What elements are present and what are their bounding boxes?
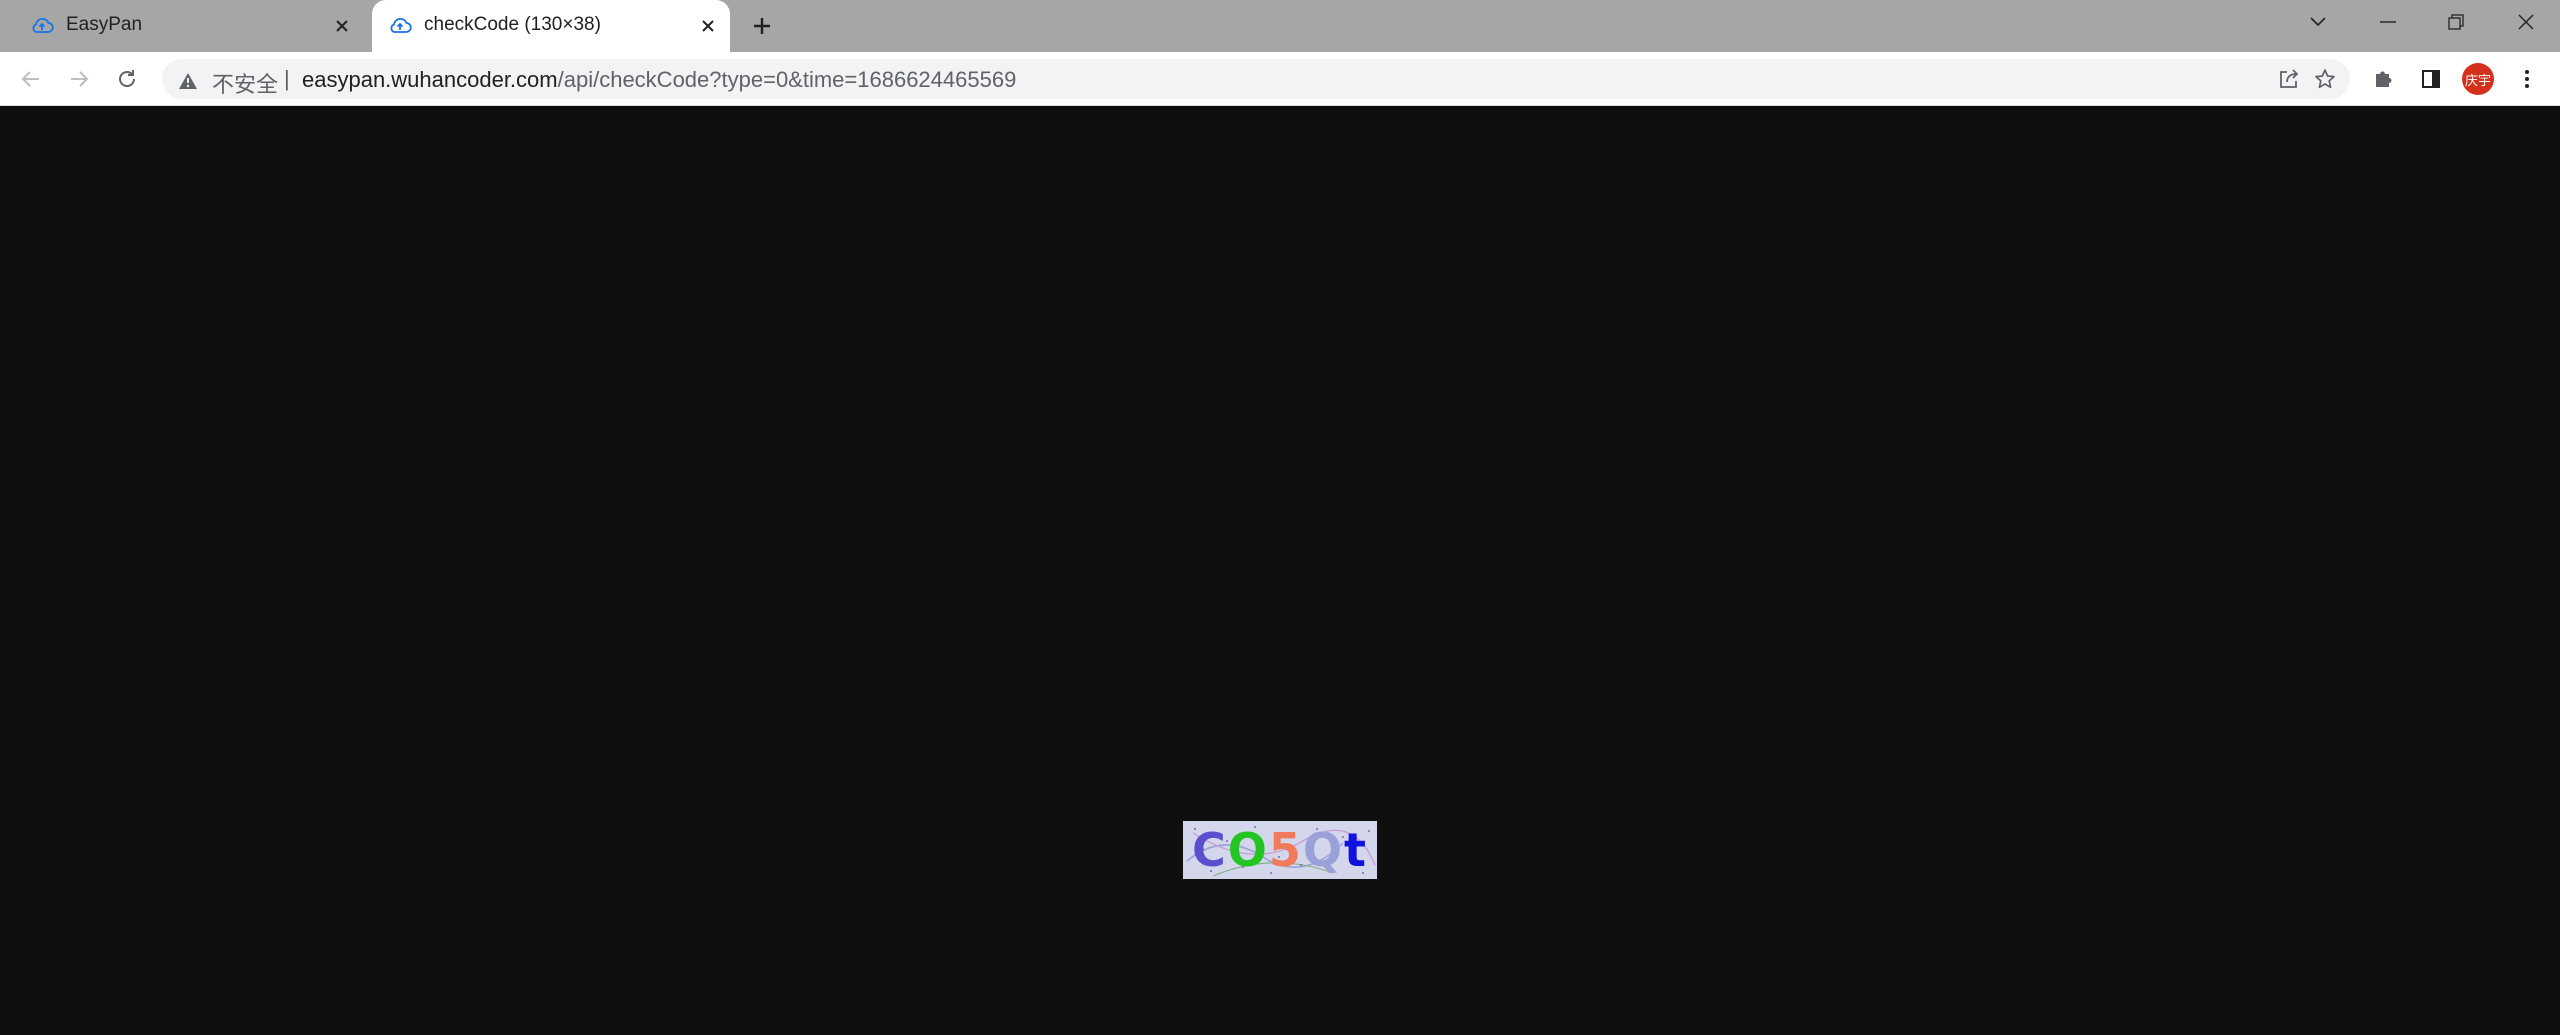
captcha-char: t (1344, 823, 1368, 877)
minimize-icon (2380, 21, 2396, 23)
close-window-button[interactable] (2504, 8, 2548, 36)
tab-checkcode[interactable]: checkCode (130×38) (372, 0, 730, 52)
minimize-button[interactable] (2366, 8, 2410, 36)
arrow-left-icon (21, 71, 39, 87)
browser-toolbar: 不安全 | easypan.wuhancoder.com/api/checkCo… (0, 52, 2560, 106)
star-icon[interactable] (2314, 68, 2336, 90)
captcha-image: CO5Qt (1183, 821, 1377, 879)
more-vert-icon (2525, 70, 2529, 88)
reload-button[interactable] (112, 64, 142, 94)
captcha-char: Q (1302, 823, 1344, 877)
tab-search-button[interactable] (2296, 8, 2340, 36)
tab-title: checkCode (130×38) (424, 14, 601, 35)
extensions-button[interactable] (2368, 64, 2398, 94)
tab-strip: EasyPan checkCode (130×38) (0, 0, 2560, 52)
cloud-upload-icon (30, 15, 54, 37)
new-tab-button[interactable] (748, 12, 776, 40)
captcha-text: CO5Qt (1183, 821, 1377, 879)
address-bar[interactable]: 不安全 | easypan.wuhancoder.com/api/checkCo… (162, 59, 2350, 99)
url-host: easypan.wuhancoder.com (302, 67, 558, 92)
close-icon[interactable] (330, 14, 354, 38)
arrow-right-icon (71, 71, 89, 87)
puzzle-icon (2376, 71, 2392, 87)
captcha-char: 5 (1268, 823, 1303, 877)
forward-button[interactable] (64, 64, 94, 94)
side-panel-icon (2422, 70, 2440, 88)
share-icon[interactable] (2278, 68, 2300, 90)
security-label[interactable]: 不安全 (212, 67, 278, 99)
side-panel-button[interactable] (2416, 64, 2446, 94)
url-path: /api/checkCode?type=0&time=1686624465569 (557, 67, 1017, 92)
chevron-down-icon (2310, 17, 2326, 27)
captcha-char: C (1192, 823, 1228, 877)
close-icon[interactable] (696, 14, 720, 38)
tab-title: EasyPan (66, 14, 143, 35)
security-separator: | (284, 66, 290, 91)
warning-icon[interactable] (178, 70, 198, 89)
cloud-upload-icon (388, 15, 412, 37)
url-text[interactable]: easypan.wuhancoder.com/api/checkCode?typ… (302, 67, 1016, 93)
plus-icon (754, 18, 770, 34)
close-icon (2518, 14, 2534, 30)
restore-icon (2448, 14, 2464, 30)
tab-easypan[interactable]: EasyPan (14, 0, 364, 52)
reload-icon (119, 70, 135, 87)
captcha-char: O (1227, 823, 1269, 877)
profile-avatar[interactable]: 庆宇 (2462, 63, 2494, 95)
restore-button[interactable] (2434, 8, 2478, 36)
menu-button[interactable] (2512, 64, 2542, 94)
back-button[interactable] (16, 64, 46, 94)
image-viewer: CO5Qt (0, 106, 2560, 1035)
